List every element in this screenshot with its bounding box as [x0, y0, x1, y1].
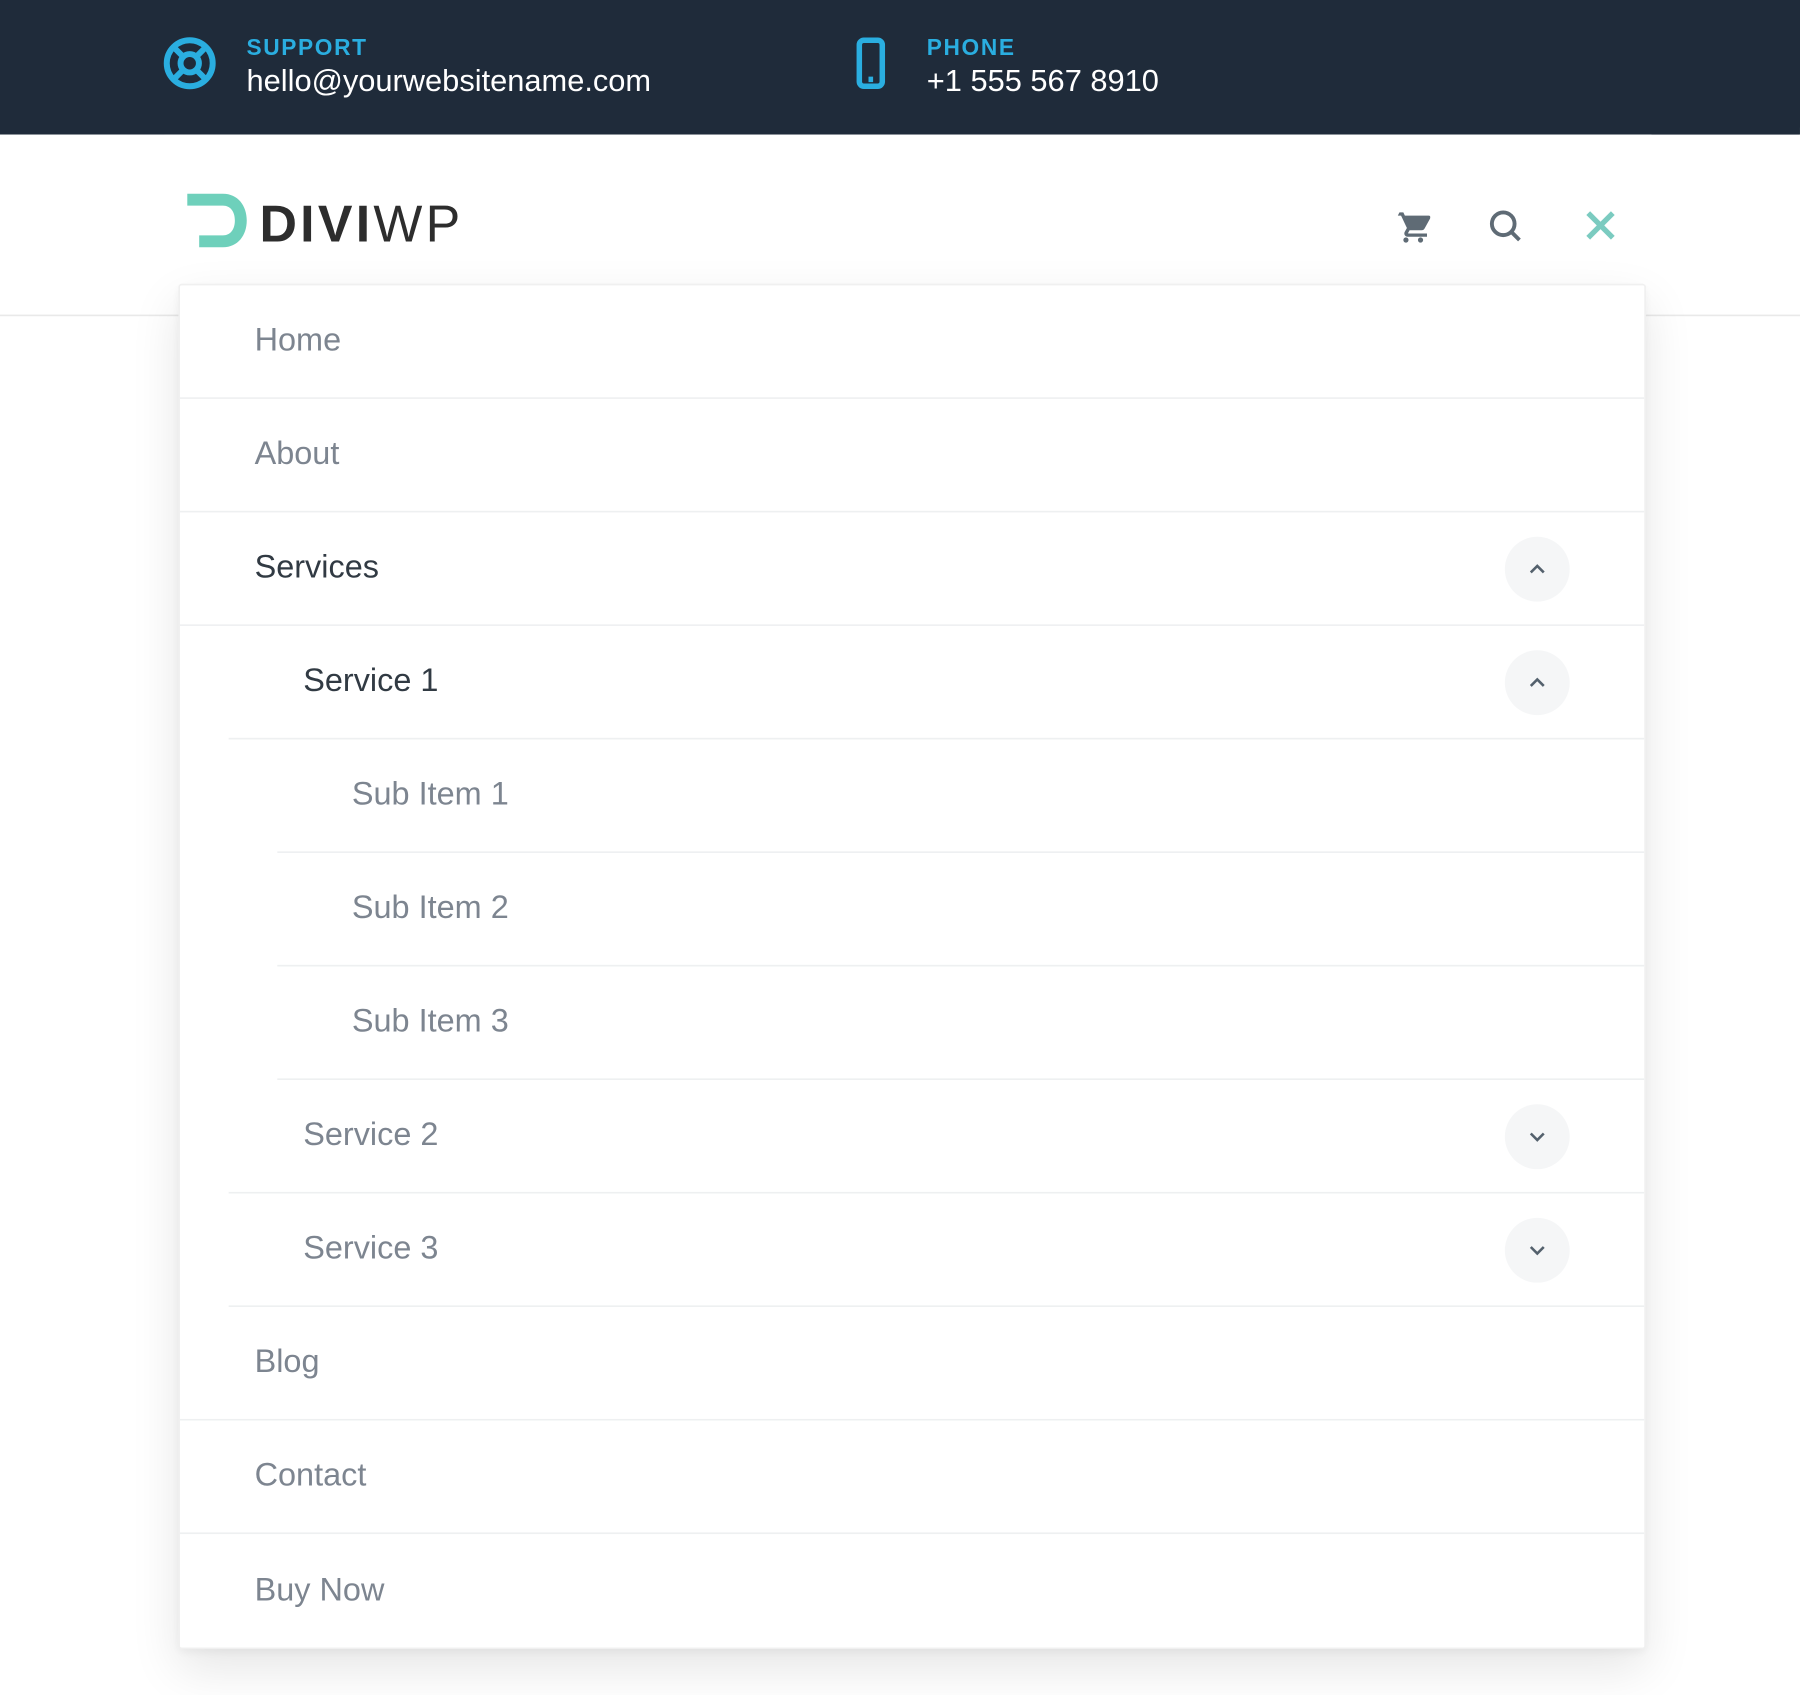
header-icons — [1391, 204, 1621, 246]
menu-label: Contact — [255, 1458, 367, 1495]
menu-item-service-2[interactable]: Service 2 — [229, 1080, 1645, 1194]
chevron-down-icon[interactable] — [1505, 1217, 1570, 1282]
menu-label: Sub Item 1 — [352, 777, 509, 814]
phone-icon — [842, 31, 897, 104]
menu-label: Services — [255, 550, 379, 587]
cart-icon[interactable] — [1391, 205, 1430, 244]
menu-label: Service 3 — [303, 1231, 438, 1268]
life-ring-icon — [162, 36, 217, 99]
topbar: SUPPORT hello@yourwebsitename.com PHONE … — [0, 0, 1800, 135]
chevron-up-icon[interactable] — [1505, 536, 1570, 601]
phone-value: +1 555 567 8910 — [927, 64, 1159, 101]
menu-item-contact[interactable]: Contact — [180, 1421, 1644, 1535]
menu-label: About — [255, 436, 340, 473]
topbar-support[interactable]: SUPPORT hello@yourwebsitename.com — [162, 34, 651, 101]
topbar-phone[interactable]: PHONE +1 555 567 8910 — [842, 31, 1158, 104]
submenu-service-1: Sub Item 1 Sub Item 2 Sub Item 3 — [229, 739, 1645, 1080]
menu-item-sub-3[interactable]: Sub Item 3 — [277, 966, 1644, 1080]
menu-item-sub-2[interactable]: Sub Item 2 — [277, 853, 1644, 967]
chevron-up-icon[interactable] — [1505, 649, 1570, 714]
menu-label: Sub Item 3 — [352, 1004, 509, 1041]
menu-label: Blog — [255, 1344, 320, 1381]
logo-text: DIVIWP — [259, 195, 463, 255]
support-label: SUPPORT — [246, 34, 651, 61]
menu-item-services[interactable]: Services — [180, 512, 1644, 626]
menu-item-service-1[interactable]: Service 1 — [229, 626, 1645, 740]
menu-label: Service 1 — [303, 663, 438, 700]
menu-item-sub-1[interactable]: Sub Item 1 — [277, 739, 1644, 853]
menu-label: Sub Item 2 — [352, 890, 509, 927]
support-value: hello@yourwebsitename.com — [246, 64, 651, 101]
chevron-down-icon[interactable] — [1505, 1103, 1570, 1168]
phone-label: PHONE — [927, 34, 1159, 61]
mobile-menu-panel: Home About Services Service 1 Sub Item 1 — [178, 284, 1646, 1649]
menu-item-home[interactable]: Home — [180, 285, 1644, 399]
menu-item-about[interactable]: About — [180, 399, 1644, 513]
search-icon[interactable] — [1485, 205, 1524, 244]
menu-item-blog[interactable]: Blog — [180, 1307, 1644, 1421]
submenu-services: Service 1 Sub Item 1 Sub Item 2 Sub Item… — [180, 626, 1644, 1307]
menu-item-service-3[interactable]: Service 3 — [229, 1193, 1645, 1307]
logo-mark-icon — [178, 185, 249, 264]
menu-label: Home — [255, 323, 342, 360]
menu-label: Service 2 — [303, 1117, 438, 1154]
logo[interactable]: DIVIWP — [178, 185, 463, 264]
menu-label: Buy Now — [255, 1572, 385, 1609]
menu-item-buy-now[interactable]: Buy Now — [180, 1534, 1644, 1648]
close-icon[interactable] — [1579, 204, 1621, 246]
